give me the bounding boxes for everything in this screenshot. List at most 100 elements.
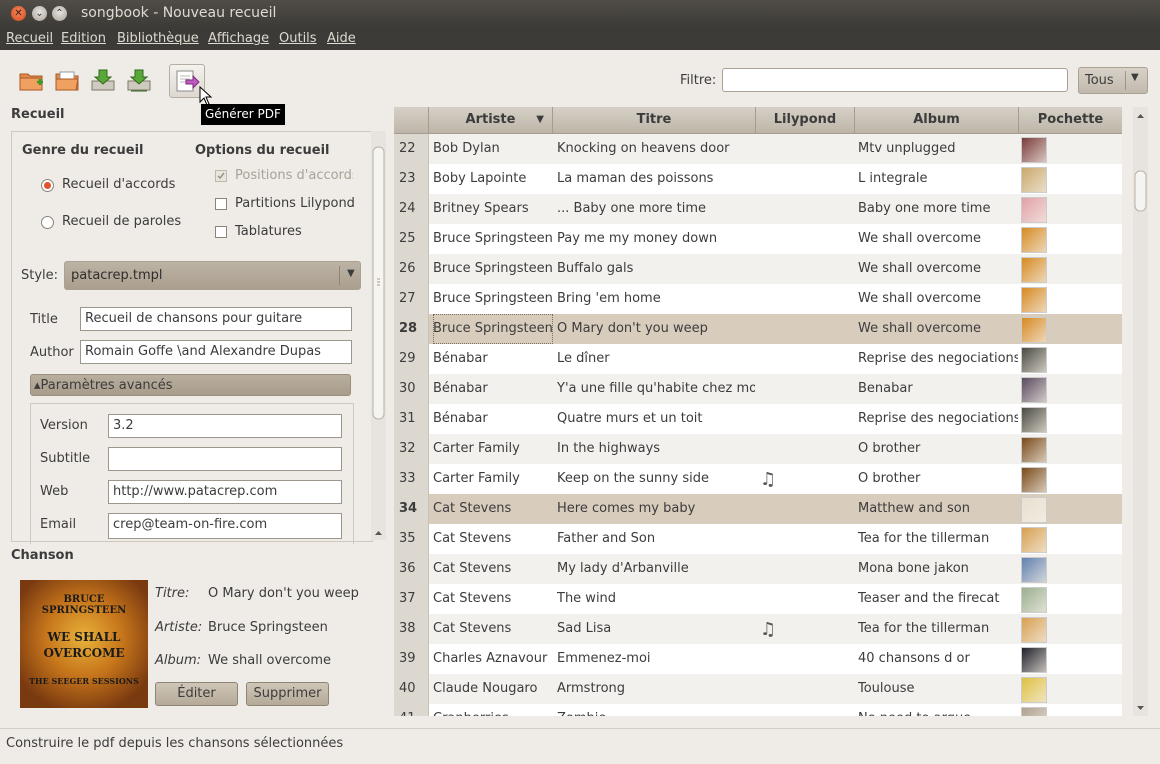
cell-album: We shall overcome <box>858 231 982 246</box>
table-scrollbar[interactable] <box>1133 107 1148 716</box>
table-row[interactable]: 40 Claude Nougaro Armstrong Toulouse <box>394 674 1122 704</box>
album-cover: BRUCE SPRINGSTEEN WE SHALL OVERCOME THE … <box>20 580 148 708</box>
cell-album: Reprise des negociations <box>858 351 1018 366</box>
table-row[interactable]: 32 Carter Family In the highways O brother <box>394 434 1122 464</box>
cell-titre: Pay me my money down <box>557 231 718 246</box>
album-thumbnail <box>1021 137 1047 163</box>
maximize-icon[interactable]: ⌃ <box>52 6 67 21</box>
table-row[interactable]: 33 Carter Family Keep on the sunny side ♫ O … <box>394 464 1122 494</box>
col-header-pochette[interactable]: Pochette <box>1019 107 1122 133</box>
table-row[interactable]: 29 Bénabar Le dîner Reprise des negociation… <box>394 344 1122 374</box>
cell-album: Toulouse <box>858 681 915 696</box>
album-thumbnail <box>1021 377 1047 403</box>
table-row[interactable]: 34 Cat Stevens Here comes my baby Matthew a… <box>394 494 1122 524</box>
album-thumbnail <box>1021 707 1047 716</box>
version-field[interactable]: 3.2 <box>108 414 342 438</box>
table-row[interactable]: 31 Bénabar Quatre murs et un toit Reprise d… <box>394 404 1122 434</box>
cover-line3: OVERCOME <box>43 646 125 660</box>
open-folder-icon[interactable] <box>53 66 81 94</box>
checkbox-partitions-lilypond-label[interactable]: Partitions Lilypond <box>235 196 355 211</box>
row-number: 39 <box>394 644 429 674</box>
style-combo[interactable]: patacrep.tmpl ▼ <box>64 261 361 290</box>
menu-edition[interactable]: Edition <box>61 31 106 46</box>
author-field[interactable]: Romain Goffe \and Alexandre Dupas <box>80 340 352 364</box>
row-number: 25 <box>394 224 429 254</box>
cell-artiste: Cat Stevens <box>433 531 512 546</box>
radio-recueil-accords[interactable] <box>41 179 54 192</box>
delete-button[interactable]: Supprimer <box>246 682 329 706</box>
col-header-lilypond[interactable]: Lilypond <box>756 107 855 133</box>
email-field[interactable]: crep@team-on-fire.com <box>108 513 342 539</box>
menu-bar: Recueil Edition Bibliothèque Affichage O… <box>0 27 1160 50</box>
col-header-titre[interactable]: Titre <box>553 107 756 133</box>
minimize-icon[interactable]: ⌄ <box>32 6 47 21</box>
cell-titre: Knocking on heavens door <box>557 141 730 156</box>
menu-recueil[interactable]: Recueil <box>6 31 53 46</box>
cell-album: Matthew and son <box>858 501 970 516</box>
table-row[interactable]: 23 Boby Lapointe La maman des poissons L in… <box>394 164 1122 194</box>
cell-titre: Father and Son <box>557 531 656 546</box>
menu-affichage[interactable]: Affichage <box>208 31 269 46</box>
style-label: Style: <box>21 268 59 283</box>
table-row[interactable]: 26 Bruce Springsteen Buffalo gals We shall … <box>394 254 1122 284</box>
table-row[interactable]: 25 Bruce Springsteen Pay me my money down W… <box>394 224 1122 254</box>
album-thumbnail <box>1021 647 1047 673</box>
cell-titre: ... Baby one more time <box>557 201 706 216</box>
table-header: Artiste ▼ Titre Lilypond Album Pochette <box>394 107 1122 134</box>
radio-recueil-paroles-label[interactable]: Recueil de paroles <box>62 214 181 229</box>
cell-album: We shall overcome <box>858 321 982 336</box>
cell-artiste: Cranberries <box>433 704 553 716</box>
table-row[interactable]: 39 Charles Aznavour Emmenez-moi 40 chansons… <box>394 644 1122 674</box>
title-bar: ✕ ⌄ ⌃ songbook - Nouveau recueil <box>0 0 1160 27</box>
cell-artiste: Cat Stevens <box>433 501 512 516</box>
left-panel-scrollbar[interactable] <box>371 131 386 540</box>
checkbox-partitions-lilypond[interactable] <box>215 198 227 210</box>
table-row[interactable]: 38 Cat Stevens Sad Lisa ♫ Tea for the tiller… <box>394 614 1122 644</box>
checkbox-tablatures[interactable] <box>215 226 227 238</box>
table-row[interactable]: 22 Bob Dylan Knocking on heavens door Mtv u… <box>394 134 1122 164</box>
web-field[interactable]: http://www.patacrep.com <box>108 480 342 504</box>
checkbox-tablatures-label[interactable]: Tablatures <box>235 224 302 239</box>
close-icon[interactable]: ✕ <box>11 6 26 21</box>
filter-input[interactable] <box>722 68 1068 92</box>
subtitle-field[interactable] <box>108 447 342 471</box>
song-table: Artiste ▼ Titre Lilypond Album Pochette … <box>394 107 1122 716</box>
edit-button[interactable]: Éditer <box>155 682 238 706</box>
album-thumbnail <box>1021 527 1047 553</box>
filter-combo[interactable]: Tous ▼ <box>1078 67 1148 94</box>
col-header-artiste-label: Artiste <box>465 112 516 127</box>
table-row[interactable]: 41 Cranberries Zombie No need to argue <box>394 704 1122 716</box>
import-icon[interactable] <box>89 66 117 94</box>
menu-aide[interactable]: Aide <box>327 31 356 46</box>
cell-album: 40 chansons d or <box>858 651 970 666</box>
radio-recueil-paroles[interactable] <box>41 216 54 229</box>
radio-recueil-accords-label[interactable]: Recueil d'accords <box>62 177 175 192</box>
table-row[interactable]: 35 Cat Stevens Father and Son Tea for the t… <box>394 524 1122 554</box>
artiste-label: Artiste: <box>155 620 203 635</box>
table-row[interactable]: 24 Britney Spears ... Baby one more time Ba… <box>394 194 1122 224</box>
new-folder-icon[interactable] <box>17 66 45 94</box>
mouse-cursor-icon <box>199 86 213 106</box>
download-icon[interactable] <box>125 66 153 94</box>
menu-bibliotheque[interactable]: Bibliothèque <box>117 31 199 46</box>
chevron-down-icon: ▼ <box>347 268 355 279</box>
menu-outils[interactable]: Outils <box>279 31 317 46</box>
table-row[interactable]: 36 Cat Stevens My lady d'Arbanville Mona bo… <box>394 554 1122 584</box>
cell-artiste: Bruce Springsteen <box>433 291 553 306</box>
table-row[interactable]: 28 Bruce Springsteen O Mary don't you weep… <box>394 314 1122 344</box>
col-header-album[interactable]: Album <box>855 107 1019 133</box>
cell-artiste: Cat Stevens <box>433 621 512 636</box>
album-thumbnail <box>1021 167 1047 193</box>
advanced-params-expander[interactable]: ▴Paramètres avancés <box>30 374 351 396</box>
album-thumbnail <box>1021 197 1047 223</box>
titre-value: O Mary don't you weep <box>208 586 359 601</box>
status-bar: Construire le pdf depuis les chansons sé… <box>0 728 1160 759</box>
table-row[interactable]: 30 Bénabar Y'a une fille qu'habite chez mo… <box>394 374 1122 404</box>
row-number: 30 <box>394 374 429 404</box>
col-header-artiste[interactable]: Artiste ▼ <box>429 107 553 133</box>
cell-titre: Keep on the sunny side <box>557 471 710 486</box>
cell-artiste: Britney Spears <box>433 201 529 216</box>
title-field[interactable]: Recueil de chansons pour guitare <box>80 307 352 331</box>
table-row[interactable]: 27 Bruce Springsteen Bring 'em home We shal… <box>394 284 1122 314</box>
table-row[interactable]: 37 Cat Stevens The wind Teaser and the fire… <box>394 584 1122 614</box>
